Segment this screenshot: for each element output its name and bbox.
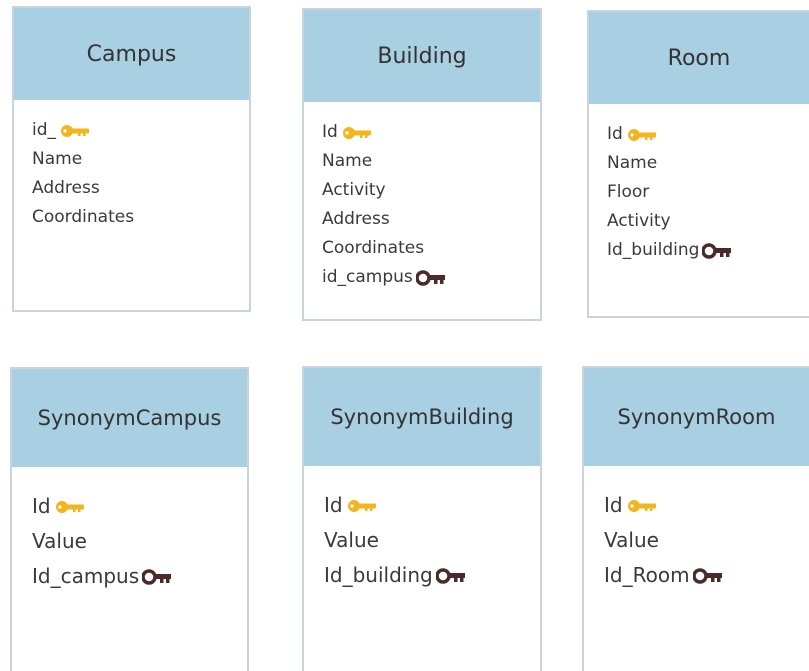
field-row: Floor [607,178,809,207]
field-label: Id_Room [604,563,690,587]
field-label: Coordinates [322,238,425,258]
field-row: Id_campus [32,559,247,594]
entity-title: Room [589,12,809,104]
field-row: Value [324,523,540,558]
foreign-key-icon [142,568,172,585]
field-list: id_ Name Address Coordinates [14,100,249,232]
entity-campus: Campus id_ Name Address Coordinates [12,6,251,312]
field-list: Id Name Floor Activity Id_building [589,104,809,265]
field-row: id_ [32,116,249,145]
field-row: Address [322,205,540,234]
field-list: Id Value Id_campus [12,467,247,594]
field-label: Name [32,149,83,169]
primary-key-icon [55,500,85,514]
primary-key-icon [60,124,90,138]
field-label: Name [322,151,373,171]
field-label: Coordinates [32,207,135,227]
field-row: Value [32,524,247,559]
field-row: Name [607,149,809,178]
field-label: Value [324,528,379,552]
primary-key-icon [627,499,657,513]
field-list: Id Name Activity Address Coordinates id_campu… [304,102,540,292]
entity-synonym-building: SynonymBuilding Id Value Id_building [302,366,542,671]
foreign-key-icon [415,269,446,286]
field-label: Id [322,122,338,142]
primary-key-icon [342,126,372,140]
field-label: Id [604,493,623,517]
field-label: Id_building [324,563,433,587]
field-label: Activity [322,180,386,200]
field-row: Id [324,488,540,523]
field-label: Value [604,528,659,552]
field-label: id_campus [322,267,413,287]
field-label: Name [607,153,658,173]
primary-key-icon [627,128,657,142]
field-row: Name [32,145,249,174]
field-label: Address [32,178,100,198]
field-label: Value [32,529,87,553]
field-label: Activity [607,211,671,231]
field-label: Id [607,124,623,144]
field-row: id_campus [322,263,540,292]
field-label: id_ [32,120,57,140]
field-row: Id_building [324,558,540,593]
field-label: Id [324,493,343,517]
field-row: Value [604,523,809,558]
field-row: Id [607,120,809,149]
foreign-key-icon [435,567,466,584]
field-label: Id_campus [32,564,140,588]
field-row: Name [322,147,540,176]
field-row: Id [604,488,809,523]
entity-title: Building [304,10,540,102]
primary-key-icon [347,499,377,513]
entity-room: Room Id Name Floor Activity Id_building [587,10,809,318]
field-label: Id_building [607,240,700,260]
entity-building: Building Id Name Activity Address Coordinate… [302,8,542,321]
field-row: Activity [322,176,540,205]
field-label: Address [322,209,390,229]
field-row: Id [32,489,247,524]
entity-title: SynonymBuilding [304,368,540,466]
foreign-key-icon [702,242,732,259]
foreign-key-icon [692,567,723,584]
field-row: Id [322,118,540,147]
field-list: Id Value Id_building [304,466,540,593]
field-label: Id [32,494,51,518]
field-row: Address [32,174,249,203]
field-row: Activity [607,207,809,236]
field-row: Id_building [607,236,809,265]
field-row: Id_Room [604,558,809,593]
field-label: Floor [607,182,650,202]
entity-synonym-campus: SynonymCampus Id Value Id_campus [10,367,249,671]
field-row: Coordinates [32,203,249,232]
entity-title: SynonymCampus [12,369,247,467]
entity-title: SynonymRoom [584,368,809,466]
entity-title: Campus [14,8,249,100]
field-list: Id Value Id_Room [584,466,809,593]
entity-synonym-room: SynonymRoom Id Value Id_Room [582,366,809,671]
field-row: Coordinates [322,234,540,263]
